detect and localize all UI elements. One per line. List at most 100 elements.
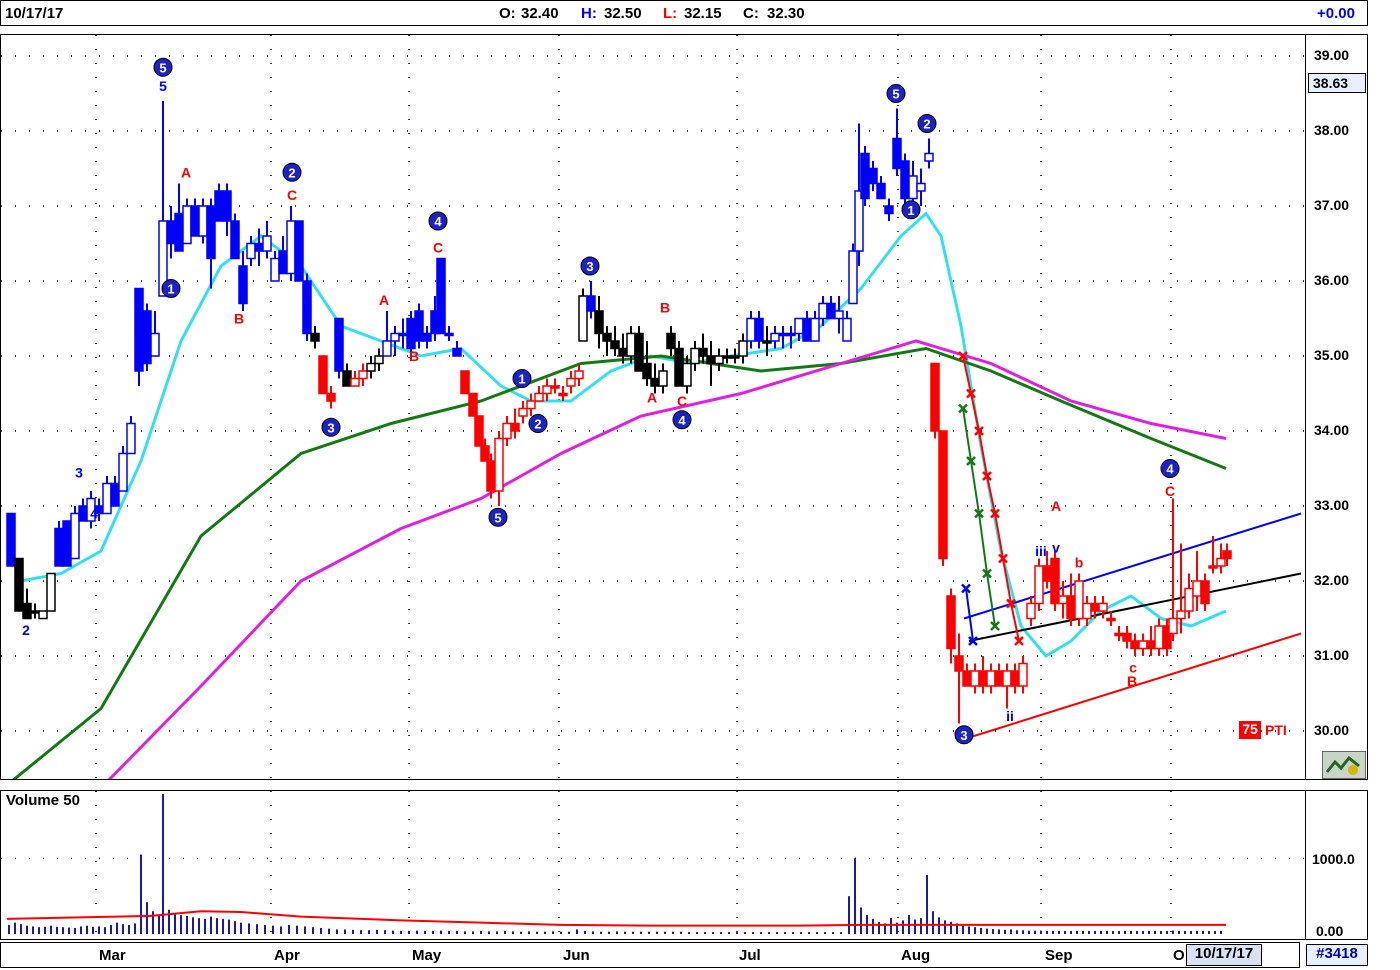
candle	[358, 363, 368, 386]
candle	[206, 198, 216, 289]
candle	[326, 386, 336, 409]
candle	[930, 362, 940, 439]
candle-body	[550, 385, 560, 389]
month-label: Jun	[563, 947, 590, 964]
candle	[366, 356, 376, 379]
price-tick: 33.00	[1314, 497, 1350, 513]
candle	[390, 326, 400, 356]
candle-body	[460, 370, 470, 395]
candle	[1154, 618, 1164, 656]
volume-average-line	[6, 910, 1226, 927]
candle-body	[690, 347, 700, 365]
candle	[54, 521, 64, 567]
volume-pane[interactable]: 1000.0 0.00	[0, 790, 1368, 940]
candle-body	[444, 332, 454, 337]
symbol-code[interactable]: #3418	[1306, 944, 1368, 966]
candle-body	[962, 670, 972, 687]
candle-body	[1098, 602, 1108, 612]
candle	[62, 520, 72, 567]
candle-body	[6, 512, 16, 567]
candle-body	[714, 355, 724, 365]
candle-body	[626, 332, 636, 357]
low-label: L:	[663, 5, 678, 22]
candle-body	[658, 370, 668, 387]
month-label: Mar	[99, 947, 126, 964]
candle	[892, 108, 902, 176]
price-tick: 31.00	[1314, 647, 1350, 663]
price-axis[interactable]: 39.00 38.00 37.00 36.00 35.00 34.00 33.0…	[1305, 35, 1367, 779]
candle-body	[150, 332, 160, 357]
candle-body	[486, 460, 496, 492]
candle	[22, 588, 32, 620]
wave-label: A	[647, 389, 657, 405]
candle-body	[722, 355, 732, 359]
candle-body	[938, 430, 948, 560]
volume-axis[interactable]: 1000.0 0.00	[1305, 791, 1367, 939]
wave-label: 5	[494, 510, 501, 525]
pti-label: PTI	[1265, 722, 1287, 738]
wave-label: 4	[1166, 462, 1174, 477]
candle-body	[334, 317, 344, 372]
candle-body	[534, 392, 544, 402]
candle-body	[174, 212, 184, 252]
bull-bear-icon[interactable]	[1322, 751, 1366, 779]
candle	[1010, 663, 1020, 694]
candle-body	[1114, 632, 1124, 637]
candle-body	[238, 265, 248, 305]
wave-label: A	[1051, 498, 1061, 514]
wave-label: 3	[75, 464, 83, 480]
month-label: Jul	[739, 947, 761, 964]
candle	[916, 168, 926, 206]
month-label: May	[412, 947, 442, 964]
wave-label: 5	[159, 78, 167, 94]
candle-body	[406, 317, 416, 350]
candle	[166, 206, 176, 259]
candle-body	[666, 332, 676, 350]
wave-label: A	[181, 164, 191, 180]
low-value: 32.15	[684, 5, 722, 22]
candle-body	[474, 415, 484, 447]
candle	[810, 311, 820, 342]
candle-body	[848, 250, 858, 305]
candle	[142, 303, 152, 371]
candle	[422, 326, 432, 349]
candle-body	[110, 482, 120, 507]
candle-body	[414, 310, 424, 342]
candle-body	[1050, 557, 1060, 605]
candle	[1114, 626, 1124, 641]
candle	[666, 326, 676, 356]
wave-label: iii	[1035, 543, 1047, 559]
candle-body	[14, 557, 24, 612]
candle-body	[1176, 610, 1186, 620]
wave-label: 5	[159, 60, 166, 75]
candle-body	[342, 370, 352, 387]
candle-body	[754, 317, 764, 342]
candle-body	[468, 392, 478, 417]
candle-body	[706, 355, 716, 365]
candle-body	[510, 422, 520, 432]
candle	[634, 326, 644, 372]
candle-body	[518, 407, 528, 417]
candle	[214, 183, 224, 222]
price-tick: 36.00	[1314, 272, 1350, 288]
candle-body	[374, 355, 384, 365]
time-axis[interactable]: Mar Apr May Jun Jul Aug Sep O	[0, 942, 1300, 968]
candle	[1026, 596, 1036, 626]
candle-body	[778, 332, 788, 337]
candle-body	[1010, 670, 1020, 687]
candle-body	[38, 610, 48, 620]
candle	[1034, 558, 1044, 611]
wave-label: 3	[327, 420, 334, 435]
candle-body	[1146, 640, 1156, 650]
candle	[254, 228, 264, 266]
candle	[738, 333, 748, 364]
candle-body	[182, 205, 192, 245]
candle-body	[876, 182, 886, 200]
candle	[158, 101, 168, 297]
candle	[262, 221, 272, 259]
candle	[900, 153, 910, 206]
candle-body	[214, 190, 224, 222]
candle	[502, 416, 512, 446]
candle	[722, 348, 732, 364]
price-pane[interactable]: 5 5 1 A B 2 C 3 A B 4 C 1 2 5 3 B A C 4 5 2 1 3 ii Aiii v b c B 4 C 2 3 4 …	[0, 34, 1368, 780]
